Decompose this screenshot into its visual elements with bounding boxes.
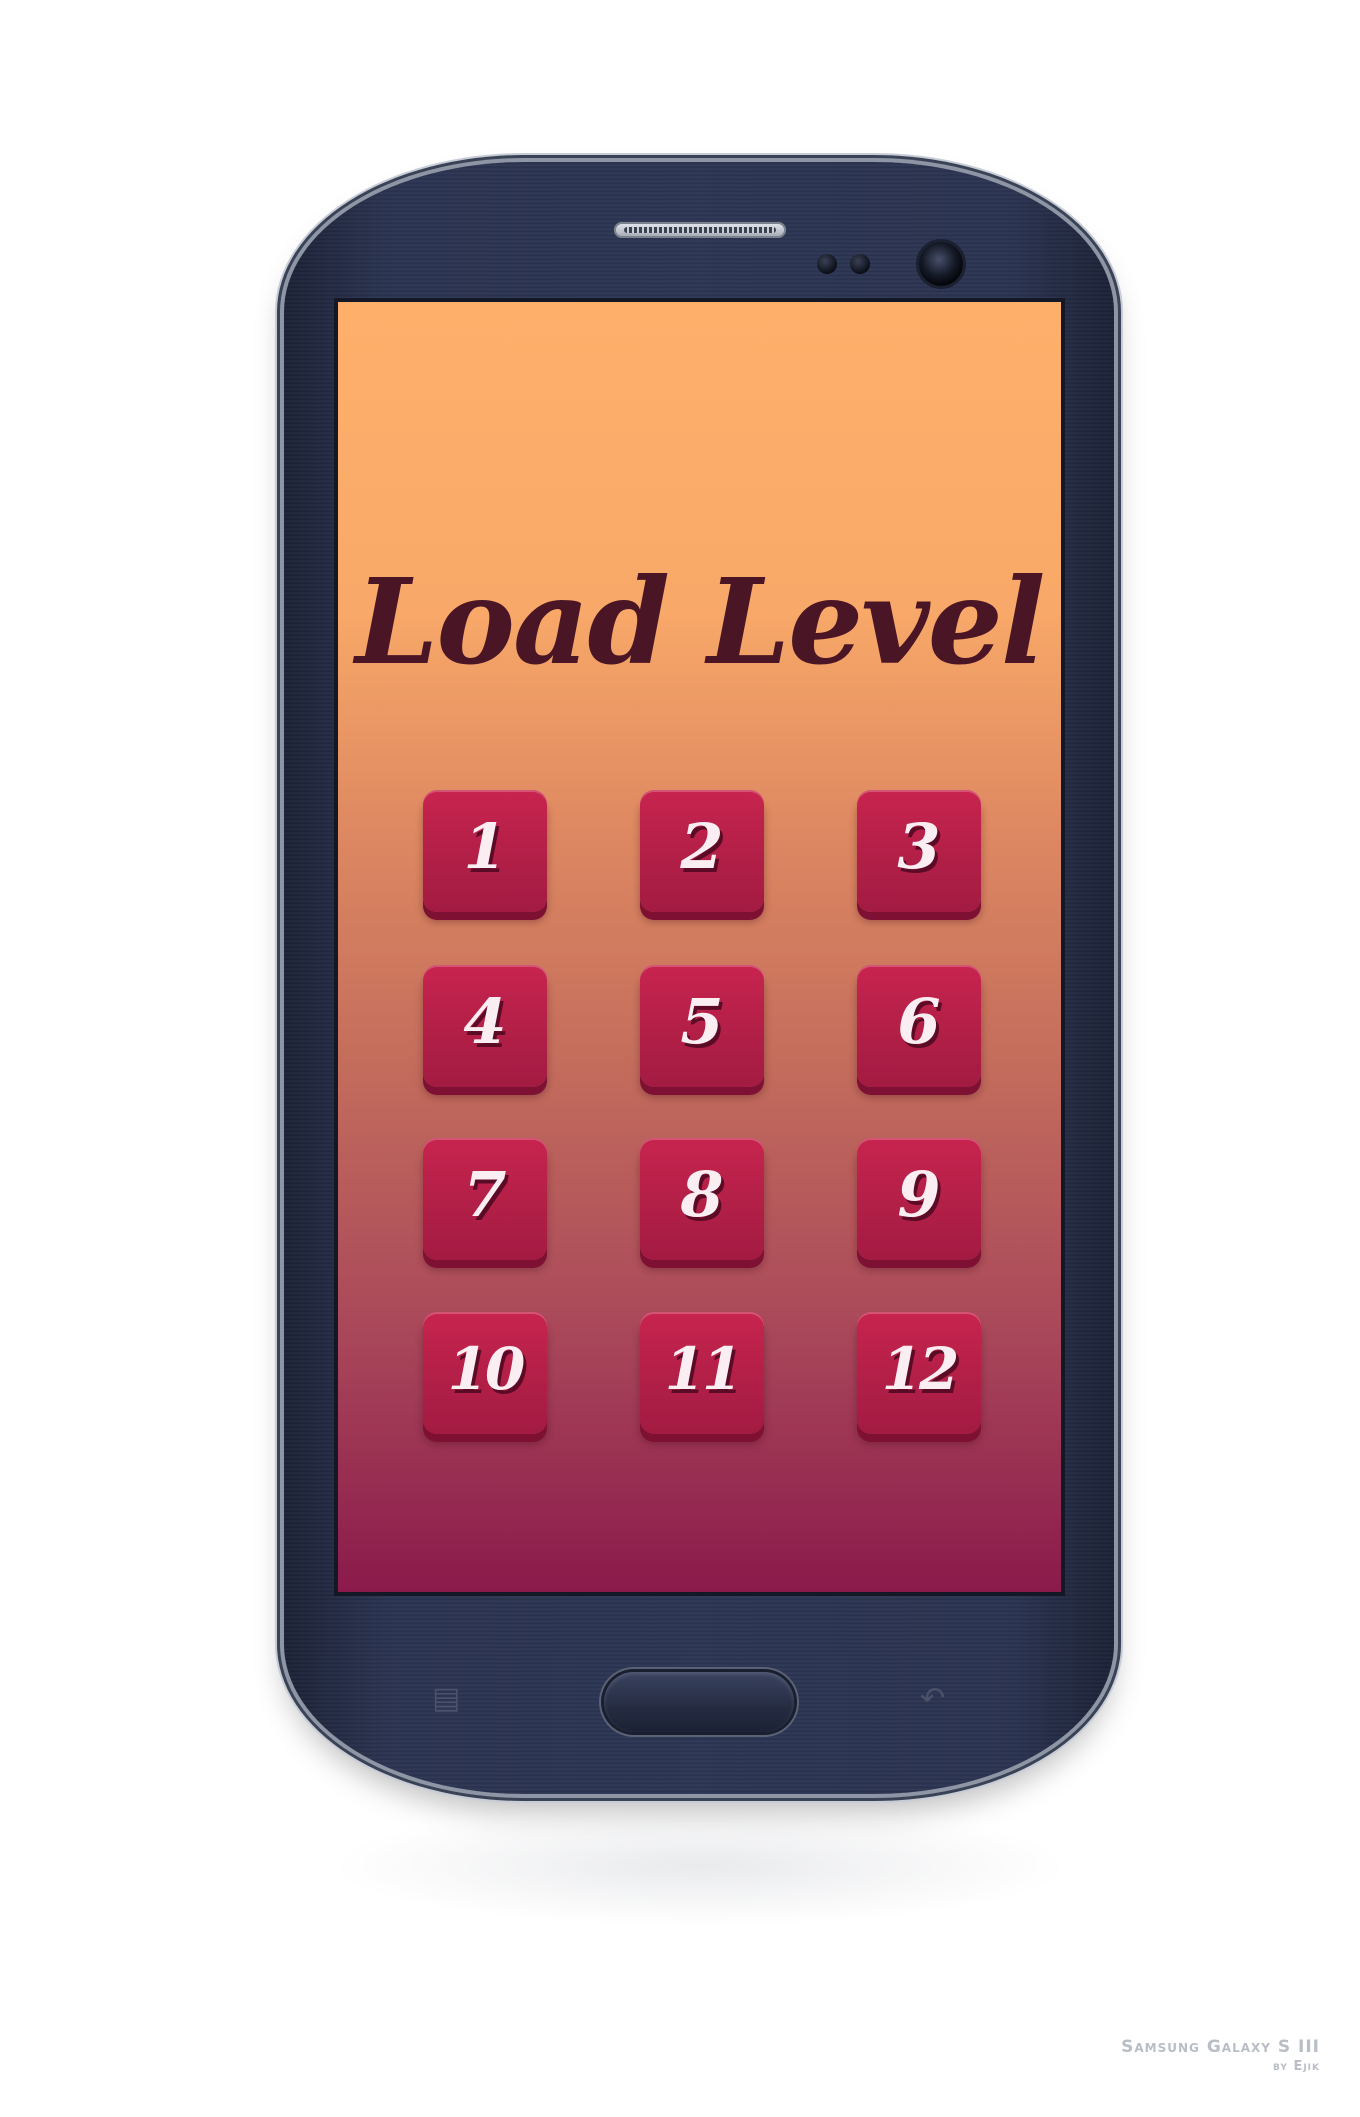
level-11-button[interactable]: 11: [640, 1312, 764, 1434]
level-7-button[interactable]: 7: [423, 1138, 547, 1260]
level-number: 4: [463, 985, 507, 1058]
device-model-label: Samsung Galaxy S III: [1121, 2037, 1320, 2057]
level-3-button[interactable]: 3: [857, 790, 981, 912]
phone-screen: Load Level 1 2 3 4 5 6 7 8 9 10 11 12: [338, 302, 1061, 1592]
level-5-button[interactable]: 5: [640, 965, 764, 1087]
level-number: 1: [463, 810, 507, 883]
light-sensor: [850, 254, 870, 274]
level-8-button[interactable]: 8: [640, 1138, 764, 1260]
level-number: 11: [664, 1335, 743, 1403]
menu-icon[interactable]: ▤: [432, 1684, 460, 1714]
level-number: 6: [897, 985, 941, 1058]
author-credit: by Ejik: [1273, 2059, 1320, 2074]
level-number: 9: [897, 1158, 941, 1231]
level-number: 12: [881, 1335, 960, 1403]
level-2-button[interactable]: 2: [640, 790, 764, 912]
level-9-button[interactable]: 9: [857, 1138, 981, 1260]
back-icon[interactable]: ↶: [920, 1684, 945, 1714]
phone-reflection: [330, 1806, 1070, 1926]
level-number: 7: [463, 1158, 507, 1231]
mockup-caption: Samsung Galaxy S III by Ejik: [1121, 2036, 1320, 2076]
level-1-button[interactable]: 1: [423, 790, 547, 912]
level-number: 2: [680, 810, 724, 883]
front-camera: [919, 242, 963, 286]
volume-key: [276, 620, 284, 840]
home-button[interactable]: [604, 1672, 794, 1732]
power-key: [1114, 570, 1122, 680]
proximity-sensor: [817, 254, 837, 274]
mockup-stage: Load Level 1 2 3 4 5 6 7 8 9 10 11 12 ▤ …: [0, 0, 1360, 2117]
level-number: 10: [447, 1335, 526, 1403]
level-number: 5: [680, 985, 724, 1058]
level-4-button[interactable]: 4: [423, 965, 547, 1087]
level-grid: 1 2 3 4 5 6 7 8 9 10 11 12: [338, 302, 1061, 1592]
earpiece-speaker: [614, 222, 786, 238]
level-12-button[interactable]: 12: [857, 1312, 981, 1434]
level-number: 3: [897, 810, 941, 883]
level-10-button[interactable]: 10: [423, 1312, 547, 1434]
level-6-button[interactable]: 6: [857, 965, 981, 1087]
level-number: 8: [680, 1158, 724, 1231]
